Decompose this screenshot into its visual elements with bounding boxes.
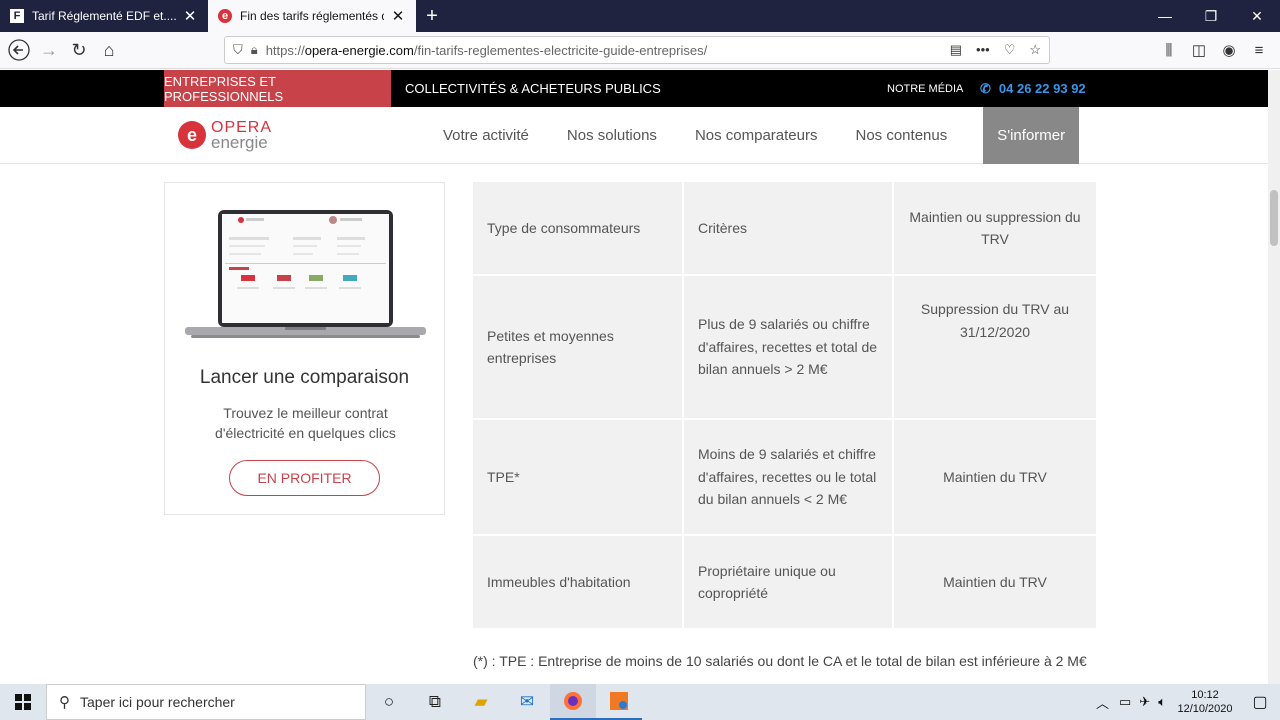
- chevron-up-icon[interactable]: ︿: [1096, 693, 1109, 712]
- scrollbar-thumb[interactable]: [1270, 190, 1278, 246]
- clock-date: 12/10/2020: [1177, 703, 1233, 715]
- logo-e-icon: e: [178, 121, 206, 149]
- page-scrollbar[interactable]: [1268, 70, 1280, 684]
- main-menu: Votre activité Nos solutions Nos compara…: [424, 107, 1080, 164]
- browser-nav-bar: → ↻ ⌂ ⛉ 🔒︎ https://opera-energie.com/fin…: [0, 32, 1280, 69]
- table-cell: Maintien ou suppression du TRV: [894, 182, 1096, 274]
- menu-nos-solutions[interactable]: Nos solutions: [548, 107, 676, 164]
- page-actions-icon[interactable]: •••: [976, 42, 990, 58]
- minimize-icon[interactable]: —: [1142, 0, 1188, 32]
- table-row: TPE* Moins de 9 salariés et chiffre d'af…: [473, 420, 1096, 534]
- table-row: Type de consommateurs Critères Maintien …: [473, 182, 1096, 274]
- trv-table: Type de consommateurs Critères Maintien …: [471, 180, 1098, 630]
- top-strip: ENTREPRISES ET PROFESSIONNELS COLLECTIVI…: [0, 70, 1268, 107]
- logo-line2: energie: [211, 133, 268, 152]
- table-cell: TPE*: [473, 420, 682, 534]
- card-title: Lancer une comparaison: [199, 367, 410, 388]
- window-controls: — ❐ ✕: [1142, 0, 1280, 32]
- file-explorer-icon[interactable]: ▰: [458, 684, 504, 720]
- table-cell: Type de consommateurs: [473, 182, 682, 274]
- laptop-illustration: [185, 210, 426, 338]
- taskbar-search[interactable]: ⚲ Taper ici pour rechercher: [46, 684, 366, 720]
- browser-tab-2[interactable]: e Fin des tarifs réglementés de l'é ✕: [208, 0, 416, 32]
- menu-s-informer[interactable]: S'informer: [983, 107, 1080, 164]
- link-collectivites[interactable]: COLLECTIVITÉS & ACHETEURS PUBLICS: [405, 70, 661, 107]
- back-button[interactable]: [4, 35, 34, 65]
- table-cell: Plus de 9 salariés ou chiffre d'affaires…: [684, 276, 892, 418]
- en-profiter-button[interactable]: EN PROFITER: [229, 460, 380, 496]
- menu-nos-comparateurs[interactable]: Nos comparateurs: [676, 107, 837, 164]
- menu-votre-activite[interactable]: Votre activité: [424, 107, 548, 164]
- link-notre-media[interactable]: NOTRE MÉDIA: [887, 70, 963, 107]
- back-arrow-icon: [8, 39, 30, 61]
- tab-title: Tarif Réglementé EDF et.....EJP: [32, 9, 176, 23]
- mail-icon[interactable]: ✉: [504, 684, 550, 720]
- home-button[interactable]: ⌂: [94, 35, 124, 65]
- link-entreprises[interactable]: ENTREPRISES ET PROFESSIONNELS: [164, 70, 391, 107]
- lock-icon[interactable]: 🔒︎: [251, 42, 258, 58]
- table-cell: Petites et moyennes entreprises: [473, 276, 682, 418]
- web-page: ENTREPRISES ET PROFESSIONNELS COLLECTIVI…: [0, 70, 1268, 684]
- app-icon[interactable]: [596, 684, 642, 720]
- system-tray: ︿ ▭ ✈ 🔈︎ 10:12 12/10/2020 ▢: [1096, 684, 1280, 720]
- table-row: Petites et moyennes entreprises Plus de …: [473, 276, 1096, 418]
- notifications-icon[interactable]: ▢: [1240, 692, 1280, 712]
- table-cell: Maintien du TRV: [894, 420, 1096, 534]
- card-text: Trouvez le meilleur contrat d'électricit…: [215, 405, 396, 441]
- table-cell: Maintien du TRV: [894, 536, 1096, 628]
- url-domain: opera-energie.com: [304, 42, 414, 58]
- new-tab-button[interactable]: +: [416, 0, 448, 32]
- clock[interactable]: 10:12 12/10/2020: [1170, 688, 1240, 716]
- windows-start-button[interactable]: [0, 684, 46, 720]
- search-placeholder: Taper ici pour rechercher: [80, 694, 235, 710]
- windows-taskbar: ⚲ Taper ici pour rechercher ○ ⧉ ▰ ✉ ︿ ▭ …: [0, 684, 1280, 720]
- reload-button[interactable]: ↻: [64, 35, 94, 65]
- phone-icon: ✆: [980, 80, 991, 96]
- table-cell: Propriétaire unique ou copropriété: [684, 536, 892, 628]
- tab-favicon: e: [218, 9, 232, 23]
- url-prefix: https://: [265, 42, 305, 58]
- table-cell: Suppression du TRV au 31/12/2020: [894, 276, 1096, 418]
- cortana-icon[interactable]: ○: [366, 684, 412, 720]
- table-cell: Immeubles d'habitation: [473, 536, 682, 628]
- menu-icon[interactable]: ≡: [1246, 36, 1272, 64]
- close-tab-icon[interactable]: ✕: [182, 7, 198, 25]
- firefox-icon[interactable]: [550, 684, 596, 720]
- toolbar-right: ⫼ ◫ ◉ ≡: [1156, 36, 1272, 64]
- table-row: Immeubles d'habitation Propriétaire uniq…: [473, 536, 1096, 628]
- browser-tab-1[interactable]: F Tarif Réglementé EDF et.....EJP ✕: [0, 0, 208, 32]
- table-cell: Critères: [684, 182, 892, 274]
- task-view-icon[interactable]: ⧉: [412, 684, 458, 720]
- close-tab-icon[interactable]: ✕: [390, 7, 406, 25]
- bookmark-star-icon[interactable]: ☆: [1029, 42, 1041, 58]
- opera-energie-logo[interactable]: e OPERA energie: [178, 120, 272, 152]
- shield-icon[interactable]: ⛉: [233, 42, 243, 58]
- url-path: /fin-tarifs-reglementes-electricite-guid…: [413, 42, 708, 58]
- airplane-mode-icon[interactable]: ✈: [1139, 694, 1150, 710]
- account-icon[interactable]: ◉: [1216, 36, 1242, 64]
- library-icon[interactable]: ⫼: [1156, 36, 1182, 64]
- url-bar[interactable]: ⛉ 🔒︎ https://opera-energie.com/fin-tarif…: [224, 36, 1050, 64]
- table-cell: Moins de 9 salariés et chiffre d'affaire…: [684, 420, 892, 534]
- tab-favicon: F: [10, 9, 24, 23]
- clock-time: 10:12: [1191, 689, 1219, 701]
- browser-tab-bar: F Tarif Réglementé EDF et.....EJP ✕ e Fi…: [0, 0, 1280, 32]
- reader-view-icon[interactable]: ▤: [950, 42, 962, 58]
- main-nav: e OPERA energie Votre activité Nos solut…: [0, 107, 1268, 164]
- volume-icon[interactable]: 🔈︎: [1158, 694, 1166, 710]
- phone-number: 04 26 22 93 92: [998, 81, 1086, 96]
- phone-link[interactable]: ✆ 04 26 22 93 92: [980, 70, 1086, 107]
- sidebar-icon[interactable]: ◫: [1186, 36, 1212, 64]
- tab-title: Fin des tarifs réglementés de l'é: [240, 9, 384, 23]
- pocket-icon[interactable]: ♡: [1004, 42, 1016, 58]
- menu-nos-contenus[interactable]: Nos contenus: [837, 107, 967, 164]
- restore-icon[interactable]: ❐: [1188, 0, 1234, 32]
- battery-icon[interactable]: ▭: [1119, 694, 1131, 710]
- footnote: (*) : TPE : Entreprise de moins de 10 sa…: [473, 653, 1087, 669]
- forward-button[interactable]: →: [34, 35, 64, 65]
- comparison-card: Lancer une comparaison Trouvez le meille…: [164, 182, 445, 515]
- search-icon: ⚲: [59, 694, 70, 711]
- close-window-icon[interactable]: ✕: [1234, 0, 1280, 32]
- windows-logo-icon: [15, 694, 31, 710]
